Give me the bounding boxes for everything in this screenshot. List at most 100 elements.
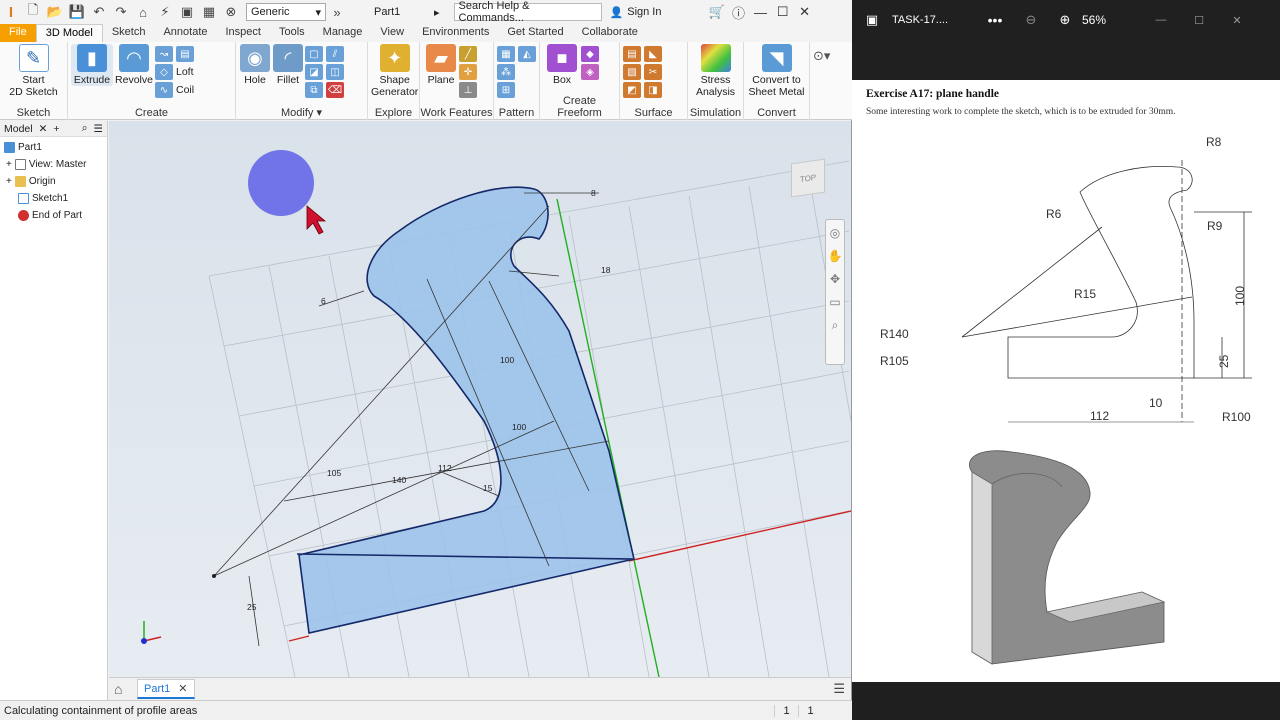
circular-pattern-icon[interactable]: ⁂ <box>497 64 515 80</box>
replace-face-icon[interactable]: ◨ <box>644 82 662 98</box>
loft-button[interactable]: ◇ Loft <box>155 64 194 80</box>
tree-item-view-master[interactable]: + View: Master <box>4 156 107 173</box>
menu-icon[interactable]: ☰ <box>833 681 845 697</box>
search-icon[interactable]: ⌕ <box>82 122 88 135</box>
steering-wheel-icon[interactable]: ◎ <box>830 226 840 240</box>
modify-panel-label[interactable]: Modify ▾ <box>236 106 367 119</box>
material-icon[interactable]: ▦ <box>198 0 220 24</box>
combine-icon[interactable]: ◫ <box>326 64 344 80</box>
look-at-icon[interactable]: ⌕ <box>832 318 839 333</box>
help-icon[interactable]: ⓘ <box>728 0 750 24</box>
orbit-icon[interactable]: ✥ <box>830 272 840 286</box>
sketch-pattern-icon[interactable]: ⊞ <box>497 82 515 98</box>
tree-item-part1[interactable]: Part1 <box>4 139 107 156</box>
coil-button[interactable]: ∿ Coil <box>155 82 194 98</box>
tab-sketch[interactable]: Sketch <box>103 24 155 42</box>
close-icon[interactable]: ✕ <box>1218 14 1256 27</box>
arc-center-point[interactable] <box>212 574 216 578</box>
add-icon[interactable]: + <box>53 123 59 135</box>
rib-icon[interactable]: ▤ <box>176 46 194 62</box>
expand-icon[interactable]: + <box>6 159 12 170</box>
dim-label-100-lower[interactable]: 100 <box>512 422 526 432</box>
mirror-icon[interactable]: ◭ <box>518 46 536 62</box>
tab-environments[interactable]: Environments <box>413 24 498 42</box>
zoom-window-icon[interactable]: ▭ <box>829 295 840 309</box>
help-search-input[interactable]: Search Help & Commands... <box>453 0 602 24</box>
dim-label-105[interactable]: 105 <box>327 468 341 478</box>
thread-icon[interactable]: ⧉ <box>305 82 323 98</box>
axis-icon[interactable]: ╱ <box>459 46 477 62</box>
new-file-icon[interactable]: 🗋 <box>22 0 44 24</box>
expand-arrows-icon[interactable]: » <box>326 0 348 24</box>
menu-icon[interactable]: ☰ <box>93 123 102 135</box>
dim-label-6[interactable]: 6 <box>321 296 326 306</box>
extend-icon[interactable]: ◩ <box>623 82 641 98</box>
graphics-viewport[interactable]: 8 18 6 100 100 105 140 112 15 25 TOP ◎ ✋… <box>109 121 851 677</box>
tab-collaborate[interactable]: Collaborate <box>573 24 647 42</box>
tab-inspect[interactable]: Inspect <box>217 24 270 42</box>
redo-icon[interactable]: ↷ <box>110 0 132 24</box>
tab-annotate[interactable]: Annotate <box>154 24 216 42</box>
tab-view[interactable]: View <box>371 24 413 42</box>
tab-file[interactable]: File <box>0 24 36 42</box>
sculpt-icon[interactable]: ◣ <box>644 46 662 62</box>
document-tab-part1[interactable]: Part1 ✕ <box>137 679 195 699</box>
save-icon[interactable]: 💾 <box>66 0 88 24</box>
clear-appearance-icon[interactable]: ⊗ <box>220 0 242 24</box>
appearance-dropdown[interactable]: Generic ▾ <box>246 3 326 21</box>
stitch-icon[interactable]: ▤ <box>623 46 641 62</box>
sweep-icon[interactable]: ↝ <box>155 46 173 62</box>
revolve-button[interactable]: ◠ Revolve <box>113 44 155 86</box>
shell-icon[interactable]: ▢ <box>305 46 323 62</box>
hole-button[interactable]: ◉ Hole <box>239 44 271 86</box>
patch-icon[interactable]: ▧ <box>623 64 641 80</box>
box-button[interactable]: ■ Box <box>543 44 581 86</box>
convert-sheet-metal-button[interactable]: ◥ Convert to Sheet Metal <box>747 44 806 98</box>
tree-item-sketch1[interactable]: Sketch1 <box>4 190 107 207</box>
freeform-face-icon[interactable]: ◆ <box>581 46 599 62</box>
convert-freeform-icon[interactable]: ◈ <box>581 64 599 80</box>
open-folder-icon[interactable]: 📂 <box>44 0 66 24</box>
dim-label-25[interactable]: 25 <box>247 602 257 612</box>
rectangular-pattern-icon[interactable]: ▦ <box>497 46 515 62</box>
tab-get-started[interactable]: Get Started <box>498 24 572 42</box>
dim-label-8[interactable]: 8 <box>591 188 596 198</box>
pan-icon[interactable]: ✋ <box>828 249 843 263</box>
extrude-button[interactable]: ▮ Extrude <box>71 44 113 86</box>
inventor-logo-icon[interactable]: I <box>0 0 22 24</box>
tab-3d-model[interactable]: 3D Model <box>35 24 103 42</box>
maximize-icon[interactable]: ☐ <box>772 0 794 24</box>
delete-face-icon[interactable]: ⌫ <box>326 82 344 98</box>
select-icon[interactable]: ▣ <box>176 0 198 24</box>
close-icon[interactable]: ✕ <box>794 0 816 24</box>
point-icon[interactable]: ✛ <box>459 64 477 80</box>
update-icon[interactable]: ⚡ <box>154 0 176 24</box>
app-icon[interactable]: ▣ <box>852 12 892 28</box>
zoom-out-icon[interactable]: ⊖ <box>1014 12 1048 28</box>
tree-item-origin[interactable]: + Origin <box>4 173 107 190</box>
cart-icon[interactable]: 🛒 <box>706 0 728 24</box>
tab-manage[interactable]: Manage <box>314 24 372 42</box>
home-icon[interactable]: ⌂ <box>114 681 122 697</box>
sign-in-button[interactable]: 👤 Sign In <box>610 6 706 19</box>
stress-analysis-button[interactable]: Stress Analysis <box>691 44 740 98</box>
zoom-in-icon[interactable]: ⊕ <box>1048 12 1082 28</box>
maximize-icon[interactable]: ☐ <box>1180 14 1218 27</box>
tree-item-end-of-part[interactable]: End of Part <box>4 207 107 224</box>
close-icon[interactable]: ✕ <box>178 682 187 695</box>
expand-icon[interactable]: + <box>6 176 12 187</box>
minimize-icon[interactable]: — <box>750 0 772 24</box>
minimize-icon[interactable]: — <box>1142 14 1180 26</box>
dim-label-112[interactable]: 112 <box>438 463 452 473</box>
tab-tools[interactable]: Tools <box>270 24 314 42</box>
dim-label-18[interactable]: 18 <box>601 265 611 275</box>
draft-icon[interactable]: ◪ <box>305 64 323 80</box>
split-icon[interactable]: ⫽ <box>326 46 344 62</box>
options-dropdown-icon[interactable]: ⊙▾ <box>813 48 830 64</box>
fillet-button[interactable]: ◜ Fillet <box>271 44 305 86</box>
close-icon[interactable]: ✕ <box>39 123 48 135</box>
plane-button[interactable]: ▰ Plane <box>423 44 459 86</box>
viewcube[interactable]: TOP <box>791 158 825 198</box>
dim-label-140[interactable]: 140 <box>392 475 406 485</box>
trim-icon[interactable]: ✂ <box>644 64 662 80</box>
